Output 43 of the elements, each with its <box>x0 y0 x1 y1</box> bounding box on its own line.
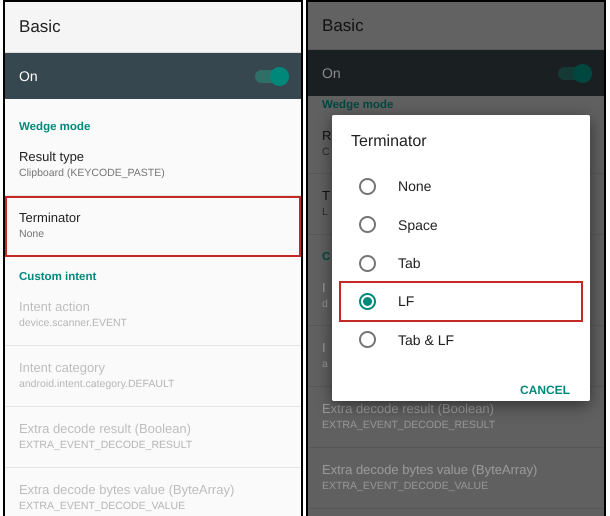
section-header: Wedge mode <box>19 120 90 135</box>
option-label: Tab <box>398 255 421 272</box>
option-label: Space <box>398 216 438 233</box>
option-label: None <box>398 178 432 194</box>
section-header: C <box>322 250 330 265</box>
preference-summary: Clipboard (KEYCODE_PASTE) <box>19 166 165 181</box>
option-label: Tab & LF <box>398 332 454 348</box>
option-label: LF <box>398 293 414 310</box>
master-switch-bar[interactable]: On <box>308 50 604 96</box>
preference-title: T <box>322 187 330 205</box>
dialog-title: Terminator <box>350 132 428 152</box>
preference-summary: android.intent.category.DEFAULT <box>19 377 174 392</box>
preference-item[interactable]: Terminator None <box>5 196 301 257</box>
radio-option[interactable]: Tab <box>340 244 582 282</box>
screen-title: Basic <box>322 16 364 36</box>
screen-title: Basic <box>19 17 61 37</box>
radio-button[interactable] <box>359 254 376 272</box>
switch-label: On <box>19 68 38 84</box>
section-header: Wedge mode <box>322 98 394 113</box>
preference-title: Intent category <box>19 359 105 377</box>
radio-option[interactable]: None <box>340 167 582 206</box>
radio-option[interactable]: LF <box>340 282 582 321</box>
master-switch-bar[interactable]: On <box>5 53 301 99</box>
preference-summary: device.scanner.EVENT <box>19 316 127 331</box>
preference-title: Terminator <box>19 209 80 227</box>
radio-button[interactable] <box>359 292 376 310</box>
preference-title: Result type <box>19 148 84 166</box>
radio-button[interactable] <box>359 216 376 234</box>
preference-summary: None <box>19 227 44 242</box>
preference-title: Extra decode result (Boolean) <box>19 420 191 438</box>
radio-button[interactable] <box>359 331 376 348</box>
radio-button[interactable] <box>359 178 376 195</box>
switch-label: On <box>322 65 341 81</box>
preference-summary: EXTRA_EVENT_DECODE_VALUE <box>19 499 186 514</box>
preference-title: Intent action <box>19 298 90 316</box>
radio-option[interactable]: Tab & LF <box>340 320 582 360</box>
section-header: Custom intent <box>19 270 96 285</box>
preference-item[interactable]: Result type Clipboard (KEYCODE_PASTE) <box>5 135 301 196</box>
preference-summary: EXTRA_EVENT_DECODE_RESULT <box>19 438 192 453</box>
preference-title: Extra decode bytes value (ByteArray) <box>19 481 234 499</box>
preference-title: R <box>322 127 332 145</box>
preference-title: Extra decode bytes value (ByteArray) <box>322 461 538 479</box>
radio-option[interactable]: Space <box>340 205 582 244</box>
